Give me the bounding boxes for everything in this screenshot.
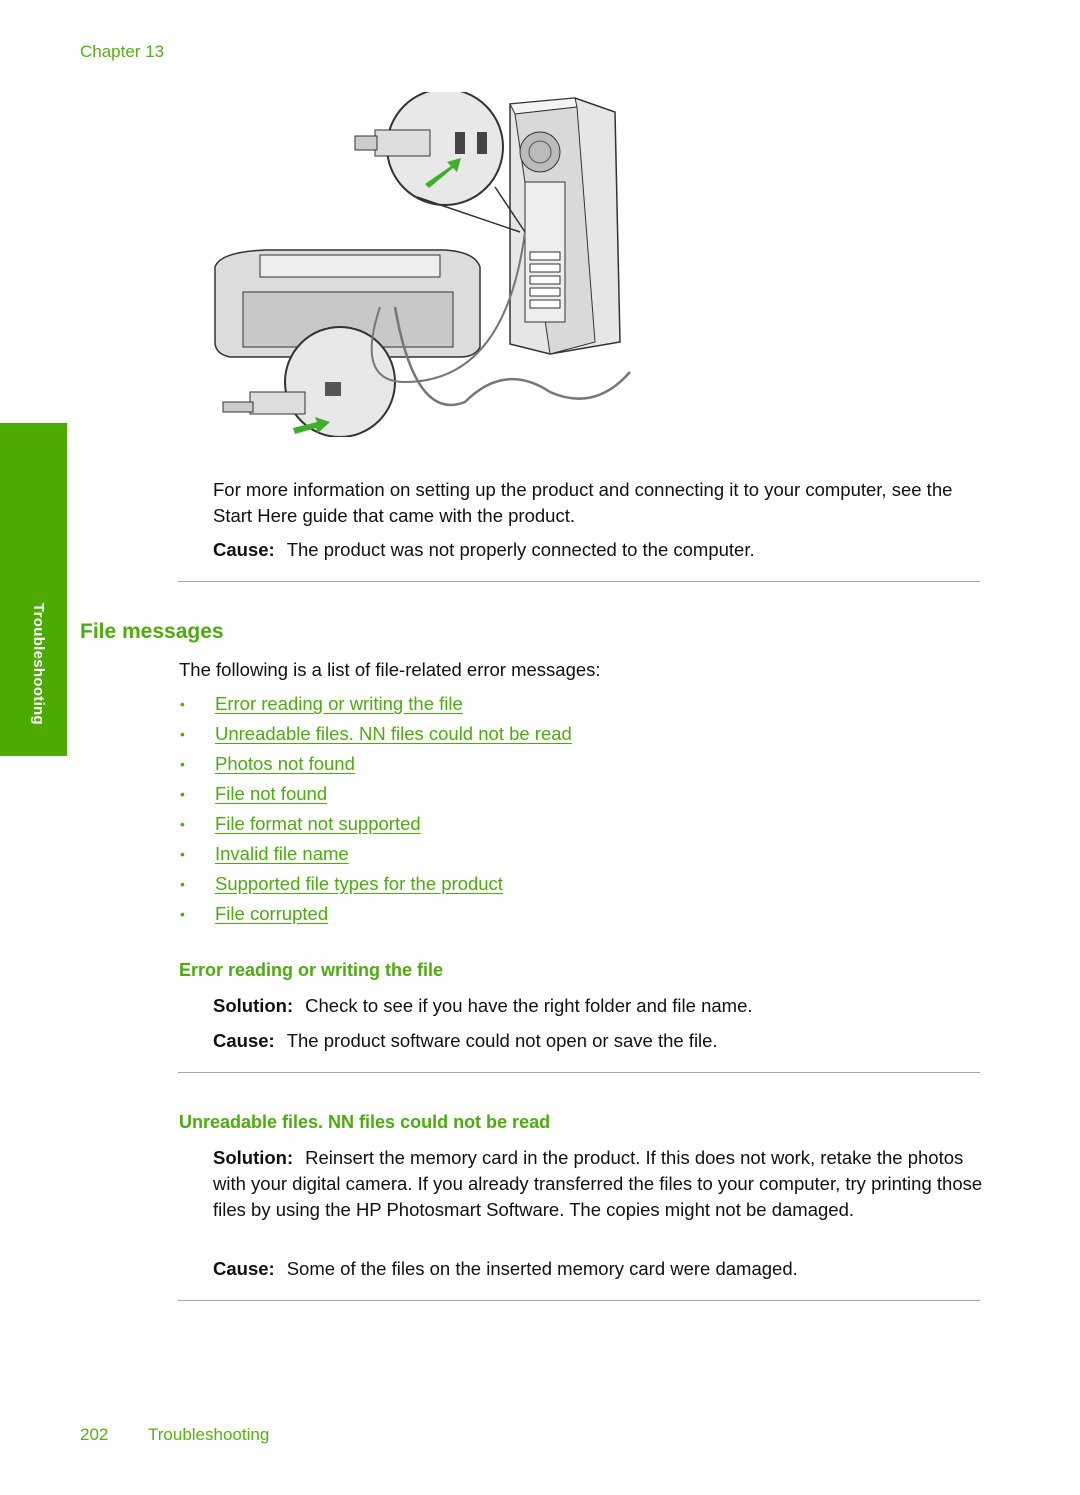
- list-item: • Photos not found: [178, 750, 572, 780]
- subsection-title-error-reading: Error reading or writing the file: [179, 960, 444, 980]
- section-lead: The following is a list of file-related …: [179, 659, 601, 680]
- cause-text: The product was not properly connected t…: [286, 539, 755, 560]
- bullet-icon: •: [180, 906, 185, 922]
- side-tab-troubleshooting: Troubleshooting: [0, 423, 67, 756]
- bullet-icon: •: [180, 756, 185, 772]
- file-messages-link-list: • Error reading or writing the file • Unre…: [178, 690, 572, 930]
- solution-text: Check to see if you have the right folde…: [305, 995, 753, 1016]
- cause-label: Cause:: [213, 1030, 275, 1051]
- bullet-icon: •: [180, 696, 185, 712]
- divider: [178, 581, 980, 582]
- link-file-not-found[interactable]: File not found: [215, 780, 327, 810]
- computer-tower-icon: [509, 97, 621, 355]
- list-item: • File not found: [178, 780, 572, 810]
- solution-text: Reinsert the memory card in the product.…: [213, 1147, 983, 1220]
- cause-line: Cause: Some of the files on the inserted …: [213, 1256, 798, 1282]
- divider: [178, 1072, 980, 1073]
- list-item: • File corrupted: [178, 900, 572, 930]
- cause-line: Cause: The product software could not ope…: [213, 1028, 718, 1054]
- list-item: • Error reading or writing the file: [178, 690, 572, 720]
- link-file-corrupted[interactable]: File corrupted: [215, 900, 328, 930]
- list-item: • Invalid file name: [178, 840, 572, 870]
- list-item: • File format not supported: [178, 810, 572, 840]
- section-title: File messages: [80, 620, 224, 643]
- link-file-format-not-supported[interactable]: File format not supported: [215, 810, 421, 840]
- link-photos-not-found[interactable]: Photos not found: [215, 750, 355, 780]
- chapter-label: Chapter 13: [80, 42, 165, 61]
- link-supported-file-types[interactable]: Supported file types for the product: [215, 870, 503, 900]
- divider: [178, 1300, 980, 1301]
- link-invalid-file-name[interactable]: Invalid file name: [215, 840, 349, 870]
- cause-label: Cause:: [213, 539, 275, 560]
- link-error-reading-writing[interactable]: Error reading or writing the file: [215, 690, 463, 720]
- bullet-icon: •: [180, 876, 185, 892]
- footer-section-title: Troubleshooting: [148, 1425, 270, 1444]
- list-item: • Supported file types for the product: [178, 870, 572, 900]
- solution-paragraph: Solution: Reinsert the memory card in the…: [213, 1145, 988, 1223]
- cause-line-connection: Cause: The product was not properly conne…: [213, 537, 755, 563]
- link-unreadable-files[interactable]: Unreadable files. NN files could not be …: [215, 720, 572, 750]
- bullet-icon: •: [180, 786, 185, 802]
- subsection-title-unreadable-files: Unreadable files. NN files could not be …: [179, 1112, 551, 1132]
- bullet-icon: •: [180, 816, 185, 832]
- cause-label: Cause:: [213, 1258, 275, 1279]
- computer-port-zoom-icon: [354, 92, 526, 233]
- setup-info-paragraph: For more information on setting up the p…: [213, 479, 953, 526]
- solution-label: Solution:: [213, 995, 294, 1016]
- solution-label: Solution:: [213, 1147, 294, 1168]
- list-item: • Unreadable files. NN files could not be…: [178, 720, 572, 750]
- page-number: 202: [80, 1425, 109, 1444]
- solution-line: Solution: Check to see if you have the ri…: [213, 993, 753, 1019]
- cause-text: Some of the files on the inserted memory…: [286, 1258, 798, 1279]
- usb-connection-illustration: [214, 92, 631, 437]
- cause-text: The product software could not open or s…: [286, 1030, 718, 1051]
- bullet-icon: •: [180, 846, 185, 862]
- bullet-icon: •: [180, 726, 185, 742]
- side-tab-label: Troubleshooting: [30, 603, 47, 725]
